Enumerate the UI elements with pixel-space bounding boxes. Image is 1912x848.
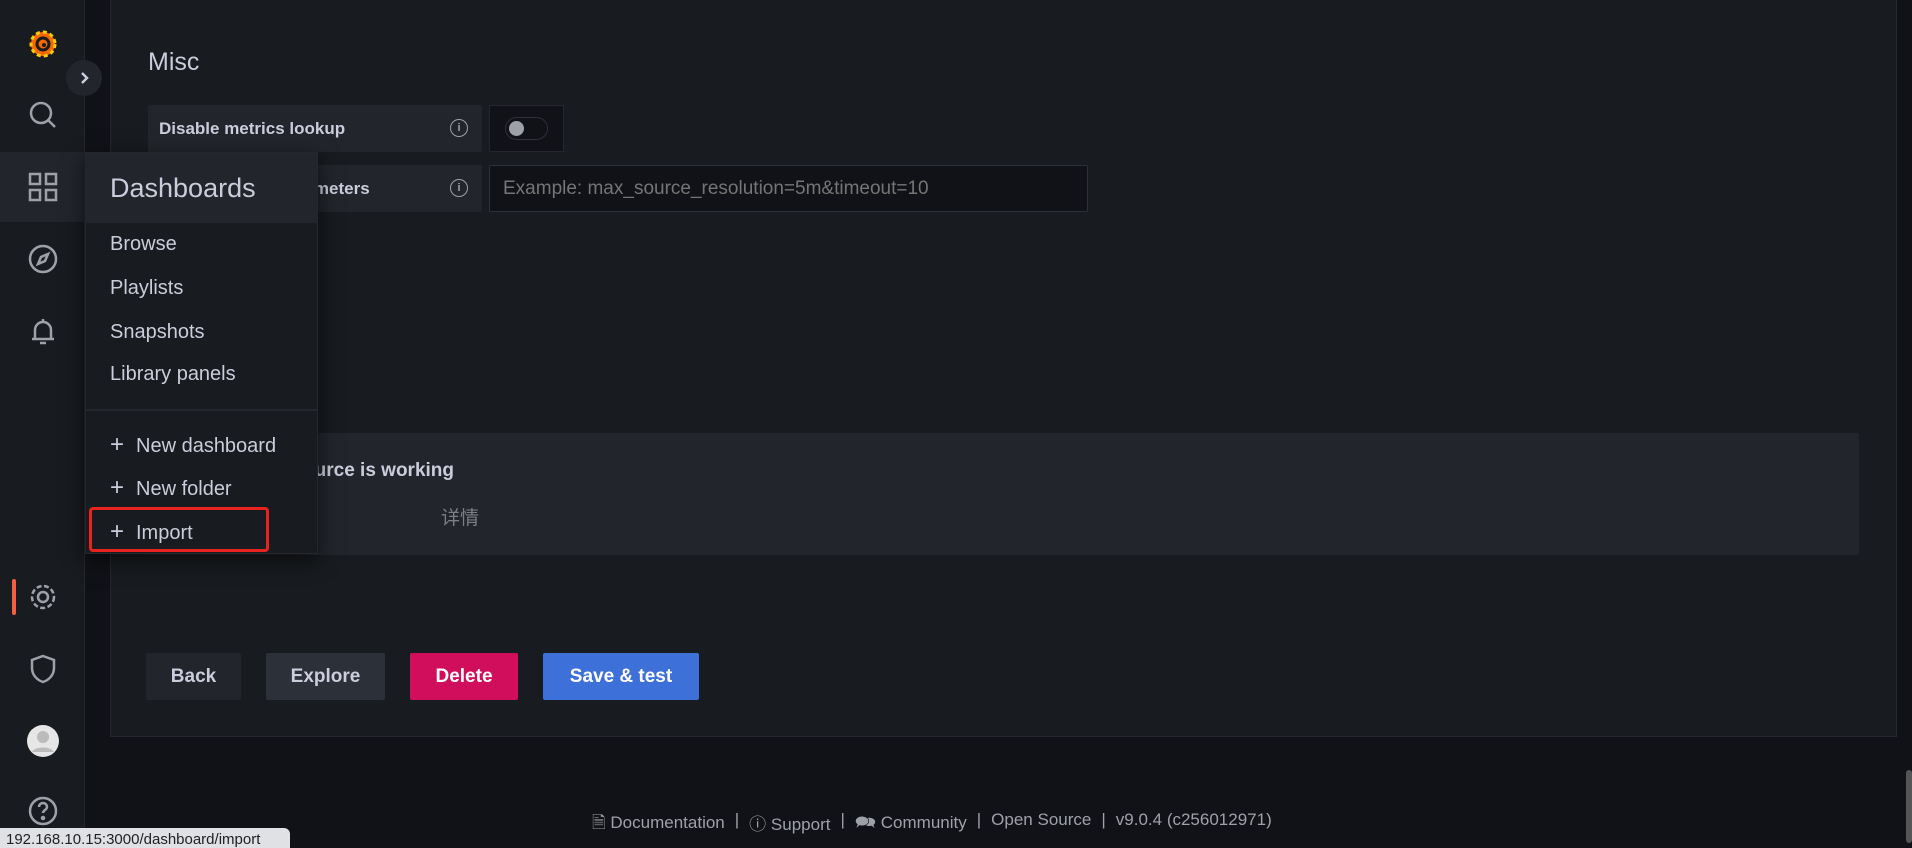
success-alert: Data source is working 详情 [146, 433, 1859, 555]
menu-item-snapshots[interactable]: Snapshots [110, 321, 205, 344]
sidebar [0, 0, 85, 843]
custom-query-input[interactable] [489, 165, 1088, 212]
disable-metrics-toggle[interactable] [505, 117, 548, 140]
save-test-button[interactable]: Save & test [543, 653, 699, 700]
highlight-box [89, 507, 269, 552]
menu-divider [86, 409, 317, 411]
info-icon[interactable]: i [450, 119, 468, 137]
scrollbar[interactable] [1906, 770, 1912, 843]
shield-icon[interactable] [0, 639, 85, 699]
menu-item-new-dashboard[interactable]: + New dashboard [106, 431, 276, 459]
menu-item-browse[interactable]: Browse [110, 233, 177, 256]
link-text: Community [880, 813, 967, 832]
menu-item-playlists[interactable]: Playlists [110, 277, 183, 300]
chevron-right-icon [81, 72, 89, 84]
plus-icon: + [110, 474, 125, 501]
footer: 🗎 Documentation | ⓘ Support | 🗪 Communit… [592, 810, 1272, 839]
dashboards-icon[interactable] [0, 152, 85, 222]
toggle-container [489, 105, 564, 152]
footer-version: v9.0.4 (c256012971) [1115, 810, 1272, 829]
footer-community-link[interactable]: 🗪 Community [855, 810, 967, 839]
menu-title[interactable]: Dashboards [86, 153, 317, 223]
plus-icon: + [110, 431, 125, 458]
menu-item-new-folder[interactable]: + New folder [106, 474, 232, 502]
footer-support-link[interactable]: ⓘ Support [749, 810, 830, 839]
menu-item-label: New folder [136, 478, 232, 500]
delete-button[interactable]: Delete [410, 653, 518, 700]
footer-open-source-link[interactable]: Open Source [991, 810, 1091, 839]
back-button[interactable]: Back [146, 653, 241, 700]
field-label-text: Disable metrics lookup [159, 118, 346, 138]
field-label-disable-metrics: Disable metrics lookup i [148, 105, 482, 152]
info-icon[interactable]: i [450, 179, 468, 197]
section-title: Misc [148, 48, 200, 76]
separator: | [976, 810, 982, 829]
comments-icon: 🗪 [854, 813, 877, 832]
expand-sidebar-button[interactable] [66, 60, 102, 96]
explore-button[interactable]: Explore [266, 653, 385, 700]
gear-icon[interactable] [0, 567, 85, 627]
link-text: Support [770, 815, 831, 834]
avatar[interactable] [0, 711, 85, 771]
menu-item-library-panels[interactable]: Library panels [110, 363, 236, 386]
search-icon[interactable] [0, 85, 85, 145]
separator: | [734, 810, 740, 829]
link-text: Documentation [610, 813, 725, 832]
menu-item-label: New dashboard [136, 435, 277, 457]
compass-icon[interactable] [0, 229, 85, 289]
footer-documentation-link[interactable]: 🗎 Documentation [592, 810, 725, 839]
bell-icon[interactable] [0, 301, 85, 361]
question-icon: ⓘ [749, 815, 767, 834]
alert-subtitle: 详情 [441, 508, 480, 529]
separator: | [1101, 810, 1106, 829]
browser-status-bar: 192.168.10.15:3000/dashboard/import [0, 828, 290, 848]
dashboards-menu: Dashboards Browse Playlists Snapshots Li… [85, 152, 318, 554]
separator: | [840, 810, 845, 829]
